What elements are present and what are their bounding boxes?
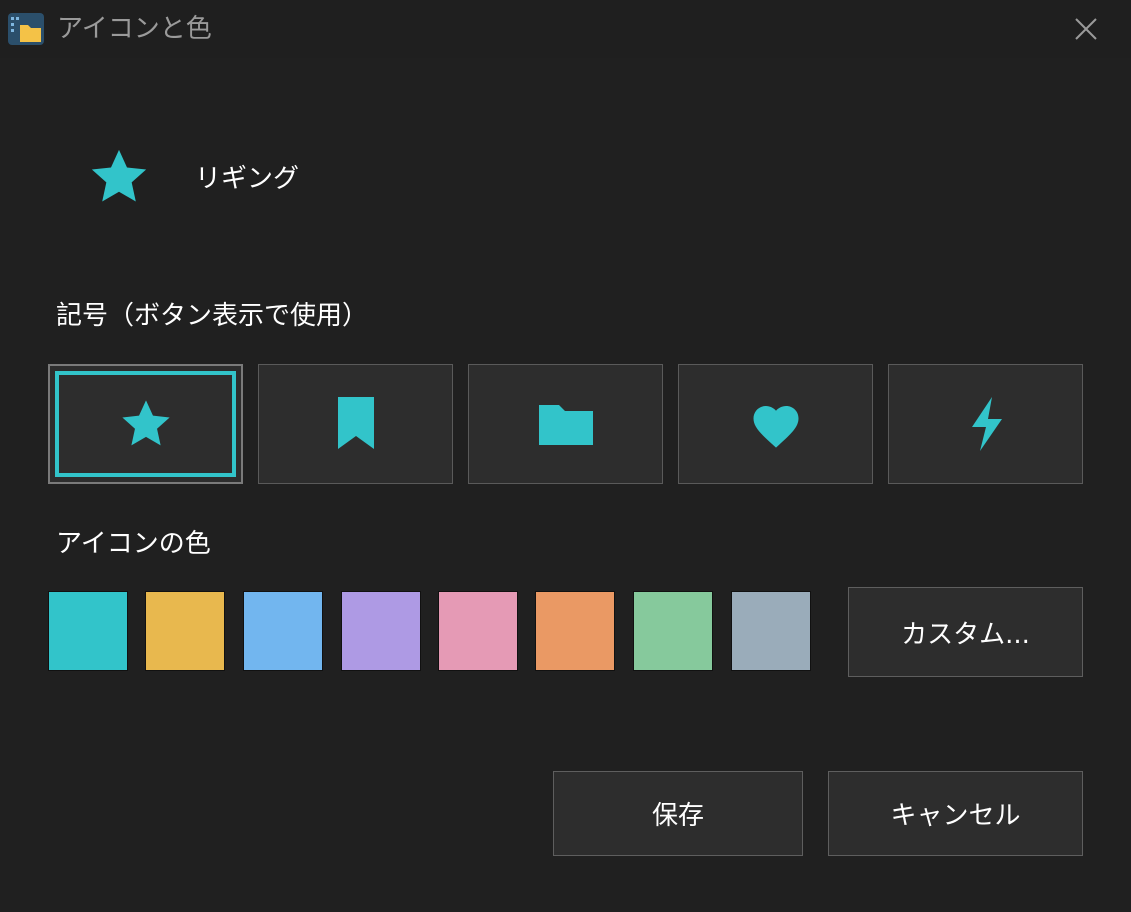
folder-icon bbox=[538, 405, 593, 445]
cancel-label: キャンセル bbox=[890, 801, 1021, 831]
selection-indicator bbox=[55, 371, 236, 477]
close-icon bbox=[1075, 18, 1097, 40]
color-section-label: アイコンの色 bbox=[56, 529, 211, 559]
close-button[interactable] bbox=[1060, 6, 1112, 52]
symbol-button-heart[interactable] bbox=[678, 364, 873, 484]
color-swatch-yellow[interactable] bbox=[145, 591, 225, 671]
star-icon bbox=[91, 149, 147, 202]
symbol-button-star[interactable] bbox=[48, 364, 243, 484]
symbol-button-lightning[interactable] bbox=[888, 364, 1083, 484]
custom-color-label: カスタム... bbox=[901, 619, 1030, 650]
color-swatch-teal[interactable] bbox=[48, 591, 128, 671]
color-swatch-orange[interactable] bbox=[535, 591, 615, 671]
cancel-button[interactable]: キャンセル bbox=[828, 771, 1083, 856]
custom-color-button[interactable]: カスタム... bbox=[848, 587, 1083, 677]
symbol-button-folder[interactable] bbox=[468, 364, 663, 484]
symbol-section-label: 記号（ボタン表示で使用） bbox=[56, 301, 369, 331]
folder-app-icon bbox=[8, 13, 44, 45]
color-swatch-purple[interactable] bbox=[341, 591, 421, 671]
color-swatch-gray[interactable] bbox=[731, 591, 811, 671]
icon-color-dialog: アイコンと色 リギング 記号（ボタン表示で使用） アイコンの色 カスタム... … bbox=[0, 0, 1131, 912]
heart-icon bbox=[753, 406, 798, 448]
save-label: 保存 bbox=[651, 801, 704, 831]
symbol-button-bookmark[interactable] bbox=[258, 364, 453, 484]
color-swatch-green[interactable] bbox=[633, 591, 713, 671]
color-swatch-pink[interactable] bbox=[438, 591, 518, 671]
window-title: アイコンと色 bbox=[57, 14, 212, 44]
bookmark-icon bbox=[337, 397, 374, 449]
lightning-icon bbox=[971, 397, 1002, 451]
save-button[interactable]: 保存 bbox=[553, 771, 803, 856]
color-swatch-blue[interactable] bbox=[243, 591, 323, 671]
title-bar: アイコンと色 bbox=[0, 0, 1131, 58]
preview-label: リギング bbox=[195, 164, 300, 194]
